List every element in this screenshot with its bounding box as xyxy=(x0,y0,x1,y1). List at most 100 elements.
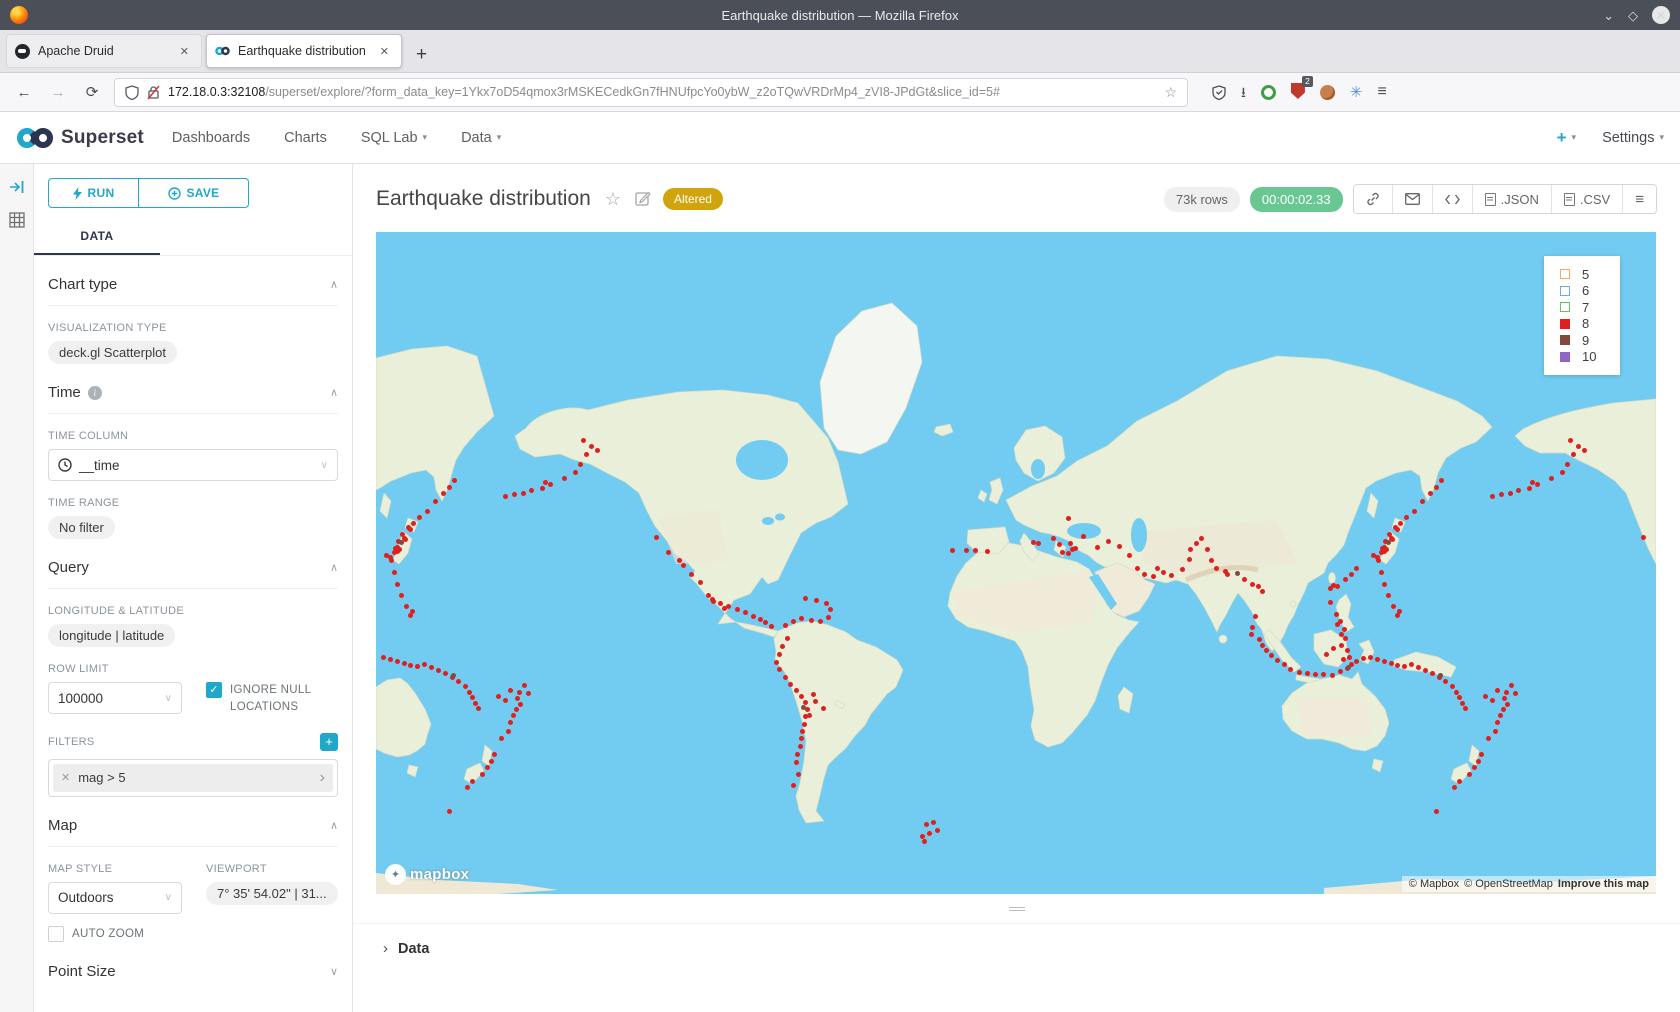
settings-menu[interactable]: Settings▾ xyxy=(1602,130,1664,146)
forward-icon[interactable]: → xyxy=(46,84,70,101)
extension-asterisk-icon[interactable]: ✳ xyxy=(1350,83,1363,101)
code-icon xyxy=(1445,194,1460,205)
earthquake-dot xyxy=(410,609,415,614)
section-header[interactable]: Time i ∧ xyxy=(48,384,338,414)
window-maximize-button[interactable]: ◇ xyxy=(1628,9,1638,22)
time-range-value[interactable]: No filter xyxy=(48,516,115,539)
nav-data[interactable]: Data▾ xyxy=(461,130,501,146)
map-style-select[interactable]: Outdoors ∨ xyxy=(48,882,182,914)
remove-filter-icon[interactable]: ✕ xyxy=(61,771,70,784)
nav-dashboards[interactable]: Dashboards xyxy=(172,130,250,146)
lonlat-value[interactable]: longitude | latitude xyxy=(48,624,175,647)
section-header[interactable]: Chart type∧ xyxy=(48,276,338,306)
menu-icon[interactable]: ≡ xyxy=(1377,84,1386,100)
chevron-down-icon: ▾ xyxy=(1659,132,1664,143)
tab-close-icon[interactable]: ✕ xyxy=(176,43,193,60)
chart-menu-button[interactable]: ≡ xyxy=(1623,185,1656,213)
earthquake-dot xyxy=(415,664,420,669)
row-limit-select[interactable]: 100000 ∨ xyxy=(48,682,182,714)
earthquake-dot xyxy=(799,616,804,621)
checkbox-checked-icon[interactable]: ✓ xyxy=(206,682,222,698)
edit-title-icon[interactable] xyxy=(635,190,651,209)
tab-close-icon[interactable]: ✕ xyxy=(376,43,393,60)
earthquake-dot xyxy=(935,828,940,833)
nav-sql-lab[interactable]: SQL Lab▾ xyxy=(361,130,427,146)
legend-item-8[interactable]: 8 xyxy=(1560,316,1620,333)
chevron-right-icon[interactable]: › xyxy=(320,769,325,787)
chart-title: Earthquake distribution xyxy=(376,187,591,211)
earthquake-dot xyxy=(395,659,400,664)
earthquake-dot xyxy=(1324,652,1329,657)
ublock-icon[interactable]: 2 xyxy=(1291,83,1305,101)
new-item-button[interactable]: +▾ xyxy=(1557,128,1576,148)
reload-icon[interactable]: ⟳ xyxy=(80,83,104,101)
embed-code-button[interactable] xyxy=(1433,185,1473,213)
earthquake-dot xyxy=(1382,582,1387,587)
downloads-icon[interactable]: ⭳ xyxy=(1241,85,1246,99)
earthquake-dot xyxy=(826,615,831,620)
copy-link-button[interactable] xyxy=(1354,185,1393,213)
browser-toolbar: ← → ⟳ 172.18.0.3:32108/superset/explore/… xyxy=(0,73,1680,112)
legend-item-10[interactable]: 10 xyxy=(1560,349,1620,366)
tab-earthquake-distribution[interactable]: Earthquake distribution ✕ xyxy=(206,34,402,68)
back-icon[interactable]: ← xyxy=(12,84,36,101)
pocket-shield-icon[interactable] xyxy=(1212,85,1226,100)
resize-handle[interactable] xyxy=(1009,907,1025,911)
tab-data[interactable]: DATA xyxy=(34,220,160,255)
url-field[interactable]: 172.18.0.3:32108/superset/explore/?form_… xyxy=(114,78,1188,107)
deckgl-map[interactable]: 5678910 ✦ mapbox © Mapbox © OpenStreetMa… xyxy=(376,232,1656,894)
insecure-lock-icon[interactable] xyxy=(147,85,160,100)
extension-green-icon[interactable] xyxy=(1261,85,1276,100)
nav-charts[interactable]: Charts xyxy=(284,130,327,146)
earthquake-dot xyxy=(931,820,936,825)
dataset-grid-icon[interactable] xyxy=(9,212,25,228)
favorite-star-icon[interactable]: ☆ xyxy=(605,190,621,208)
mapbox-logo[interactable]: ✦ mapbox xyxy=(385,864,469,885)
chevron-down-icon: ∨ xyxy=(330,965,338,978)
tab-apache-druid[interactable]: Apache Druid ✕ xyxy=(6,34,202,68)
viz-type-value[interactable]: deck.gl Scatterplot xyxy=(48,341,177,364)
earthquake-dot xyxy=(517,690,522,695)
ignore-null-checkbox[interactable]: ✓ IGNORE NULL LOCATIONS xyxy=(206,682,338,717)
run-button[interactable]: RUN xyxy=(48,178,139,208)
checkbox-unchecked-icon[interactable] xyxy=(48,926,64,942)
data-panel-toggle[interactable]: › Data xyxy=(353,923,1680,957)
section-header[interactable]: Query∧ xyxy=(48,559,338,589)
earthquake-dot xyxy=(465,785,470,790)
earthquake-dot xyxy=(1568,438,1573,443)
auto-zoom-checkbox[interactable]: AUTO ZOOM xyxy=(48,926,182,943)
filter-chip[interactable]: ✕ mag > 5 › xyxy=(53,764,333,792)
legend-item-5[interactable]: 5 xyxy=(1560,266,1620,283)
legend-item-7[interactable]: 7 xyxy=(1560,299,1620,316)
attribution-improve-link[interactable]: Improve this map xyxy=(1558,878,1649,890)
export-json-button[interactable]: .JSON xyxy=(1473,185,1552,213)
map-legend[interactable]: 5678910 xyxy=(1544,256,1620,375)
add-filter-button[interactable]: + xyxy=(320,733,338,751)
attribution-mapbox-link[interactable]: © Mapbox xyxy=(1409,878,1459,890)
earthquake-dot xyxy=(1068,541,1073,546)
time-column-select[interactable]: __time ∨ xyxy=(48,449,338,481)
link-icon xyxy=(1366,192,1380,206)
tracking-shield-icon[interactable] xyxy=(125,85,139,100)
section-header[interactable]: Point Size∨ xyxy=(48,963,338,992)
bookmark-star-icon[interactable]: ☆ xyxy=(1164,84,1177,101)
collapse-panel-icon[interactable] xyxy=(9,180,25,194)
section-header[interactable]: Map∧ xyxy=(48,817,338,847)
section-chart-type: Chart type∧ VISUALIZATION TYPE deck.gl S… xyxy=(48,276,338,364)
legend-item-6[interactable]: 6 xyxy=(1560,283,1620,300)
cookie-extension-icon[interactable] xyxy=(1320,85,1335,100)
save-button[interactable]: SAVE xyxy=(139,178,249,208)
superset-logo[interactable]: Superset xyxy=(16,127,144,149)
window-close-button[interactable]: ✕ xyxy=(1652,6,1670,24)
export-csv-button[interactable]: .CSV xyxy=(1552,185,1623,213)
new-tab-button[interactable]: + xyxy=(406,44,437,72)
earthquake-dot xyxy=(785,636,790,641)
email-button[interactable] xyxy=(1393,185,1433,213)
earthquake-dot xyxy=(408,527,413,532)
viewport-value[interactable]: 7° 35' 54.02" | 31... xyxy=(206,882,338,905)
window-minimize-button[interactable]: ⌄ xyxy=(1603,9,1614,22)
legend-item-9[interactable]: 9 xyxy=(1560,332,1620,349)
earthquake-dot xyxy=(1499,492,1504,497)
superset-infinity-icon xyxy=(16,127,54,149)
attribution-osm-link[interactable]: © OpenStreetMap xyxy=(1464,878,1553,890)
